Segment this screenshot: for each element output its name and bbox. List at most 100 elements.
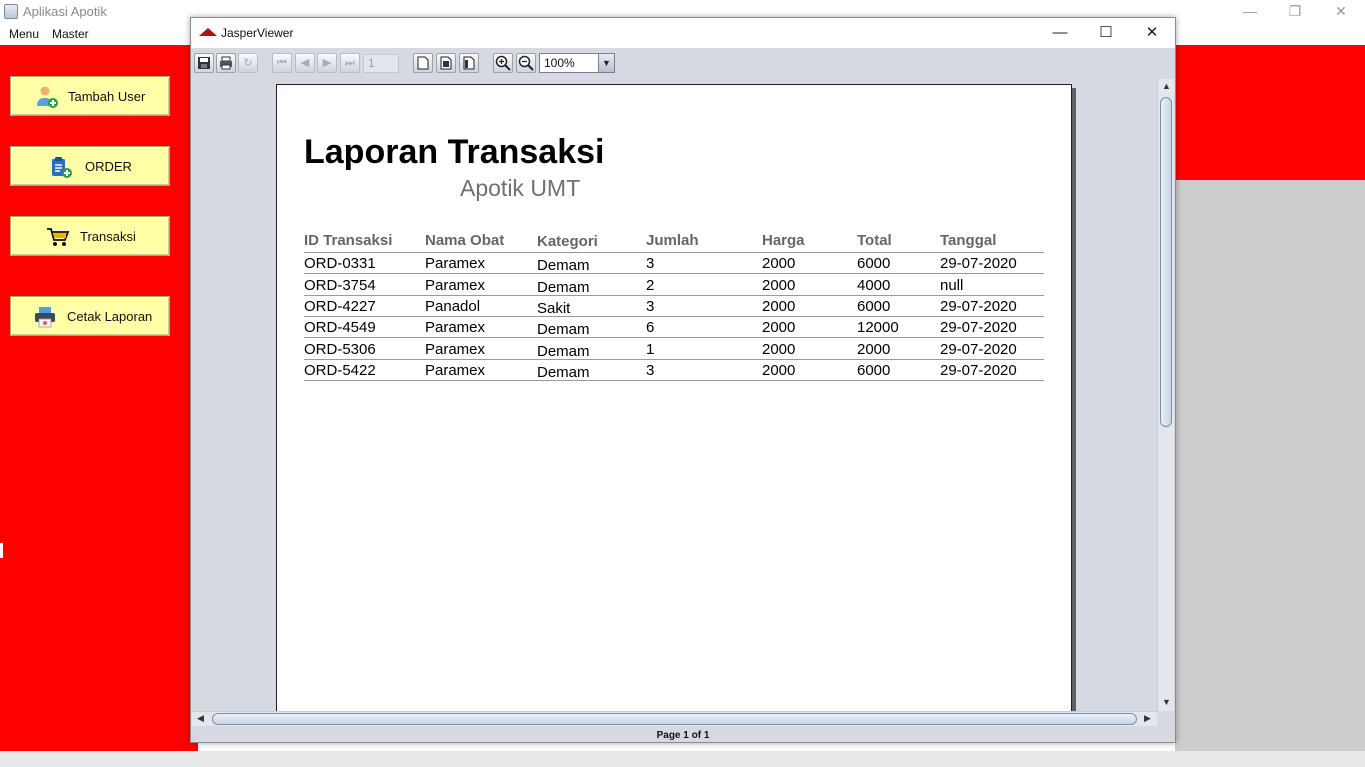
- order-label: ORDER: [85, 159, 132, 174]
- cell-jumlah: 2: [646, 277, 655, 294]
- viewer-toolbar: ↻ ⏮ ◀ ▶ ⏭ 1 100% ▼: [191, 48, 1175, 78]
- actual-size-icon[interactable]: [413, 53, 433, 73]
- cell-tanggal: 29-07-2020: [940, 341, 1017, 358]
- cell-nama-obat: Paramex: [425, 255, 486, 272]
- tambah-user-button[interactable]: Tambah User: [10, 76, 170, 116]
- save-icon[interactable]: [194, 53, 214, 73]
- cell-kategori: Demam: [537, 364, 590, 381]
- vertical-scroll-thumb[interactable]: [1160, 97, 1172, 427]
- edge-notch: [0, 543, 3, 558]
- next-page-icon[interactable]: ▶: [317, 53, 337, 73]
- java-app-icon: [4, 4, 18, 19]
- fit-page-icon[interactable]: [436, 53, 456, 73]
- column-header-kategori: Kategori: [537, 233, 598, 250]
- jasper-viewer-window: JasperViewer — ☐ ✕ ↻ ⏮ ◀ ▶ ⏭ 1 100% ▼ La…: [190, 17, 1176, 743]
- cell-jumlah: 1: [646, 341, 655, 358]
- report-title: Laporan Transaksi: [304, 133, 605, 171]
- first-page-icon[interactable]: ⏮: [272, 53, 292, 73]
- cell-tanggal: 29-07-2020: [940, 255, 1017, 272]
- status-strip: [0, 751, 1365, 767]
- table-row: ORD-4227 Panadol Sakit 3 2000 6000 29-07…: [304, 296, 1044, 317]
- fit-width-icon[interactable]: [459, 53, 479, 73]
- order-button[interactable]: ORDER: [10, 146, 170, 186]
- app-restore-button[interactable]: ❐: [1272, 0, 1318, 24]
- viewer-maximize-button[interactable]: ☐: [1083, 18, 1129, 48]
- column-header-tanggal: Tanggal: [940, 232, 997, 249]
- scroll-down-icon[interactable]: ▼: [1162, 697, 1171, 707]
- scroll-right-icon[interactable]: ▶: [1144, 713, 1151, 724]
- app-minimize-button[interactable]: —: [1227, 0, 1273, 24]
- cell-kategori: Sakit: [537, 300, 571, 317]
- cell-id: ORD-5306: [304, 341, 376, 358]
- cell-id: ORD-3754: [304, 277, 376, 294]
- background-red-panel: [1175, 45, 1365, 180]
- table-row: ORD-3754 Paramex Demam 2 2000 4000 null: [304, 275, 1044, 296]
- transaksi-button[interactable]: Transaksi: [10, 216, 170, 256]
- cell-nama-obat: Paramex: [425, 341, 486, 358]
- zoom-select[interactable]: 100% ▼: [539, 53, 615, 73]
- cell-tanggal: 29-07-2020: [940, 362, 1017, 379]
- cell-jumlah: 6: [646, 319, 655, 336]
- order-icon: [52, 157, 72, 178]
- jasper-logo-icon: [199, 28, 217, 36]
- zoom-in-icon[interactable]: [493, 53, 513, 73]
- cell-total: 6000: [857, 298, 891, 315]
- cell-harga: 2000: [762, 362, 796, 379]
- cell-total: 12000: [857, 319, 899, 336]
- column-header-jumlah: Jumlah: [646, 232, 699, 249]
- report-page: Laporan Transaksi Apotik UMT ID Transaks…: [276, 84, 1072, 711]
- cetak-laporan-label: Cetak Laporan: [67, 309, 153, 324]
- zoom-out-icon[interactable]: [516, 53, 536, 73]
- viewer-close-button[interactable]: ✕: [1129, 18, 1175, 48]
- cell-jumlah: 3: [646, 298, 655, 315]
- horizontal-scroll-thumb[interactable]: [212, 713, 1137, 725]
- cetak-laporan-button[interactable]: Cetak Laporan: [10, 296, 170, 336]
- column-header-harga: Harga: [762, 232, 805, 249]
- last-page-icon[interactable]: ⏭: [340, 53, 360, 73]
- reload-icon[interactable]: ↻: [238, 53, 258, 73]
- cell-harga: 2000: [762, 298, 796, 315]
- cell-jumlah: 3: [646, 362, 655, 379]
- app-close-button[interactable]: ✕: [1318, 0, 1364, 24]
- cell-tanggal: 29-07-2020: [940, 319, 1017, 336]
- zoom-value: 100%: [544, 56, 575, 70]
- vertical-scrollbar[interactable]: ▲ ▼: [1157, 79, 1174, 711]
- cell-kategori: Demam: [537, 321, 590, 338]
- menu-item-menu[interactable]: Menu: [9, 27, 39, 41]
- background-gray-panel: [1175, 180, 1365, 751]
- print-icon[interactable]: [216, 53, 236, 73]
- cell-harga: 2000: [762, 341, 796, 358]
- cell-total: 2000: [857, 341, 891, 358]
- add-user-icon: [37, 86, 58, 108]
- cell-nama-obat: Paramex: [425, 362, 486, 379]
- column-header-nama-obat: Nama Obat: [425, 232, 505, 249]
- column-header-id: ID Transaksi: [304, 232, 393, 249]
- cell-total: 6000: [857, 362, 891, 379]
- scroll-up-icon[interactable]: ▲: [1162, 81, 1171, 91]
- scroll-left-icon[interactable]: ◀: [197, 713, 204, 724]
- viewer-minimize-button[interactable]: —: [1037, 18, 1083, 48]
- printer-icon: [35, 307, 55, 328]
- cell-nama-obat: Panadol: [425, 298, 481, 315]
- chevron-down-icon[interactable]: ▼: [598, 54, 614, 72]
- cell-id: ORD-4549: [304, 319, 376, 336]
- menu-item-master[interactable]: Master: [52, 27, 89, 41]
- cell-nama-obat: Paramex: [425, 277, 486, 294]
- cell-harga: 2000: [762, 277, 796, 294]
- cell-id: ORD-5422: [304, 362, 376, 379]
- cell-nama-obat: Paramex: [425, 319, 486, 336]
- column-header-total: Total: [857, 232, 892, 249]
- previous-page-icon[interactable]: ◀: [295, 53, 315, 73]
- viewer-title: JasperViewer: [221, 26, 294, 40]
- table-row: ORD-5306 Paramex Demam 1 2000 2000 29-07…: [304, 339, 1044, 360]
- transaksi-label: Transaksi: [80, 229, 136, 244]
- cell-kategori: Demam: [537, 279, 590, 296]
- viewer-titlebar: JasperViewer — ☐ ✕: [191, 18, 1175, 48]
- cell-id: ORD-4227: [304, 298, 376, 315]
- horizontal-scrollbar[interactable]: ◀ ▶: [192, 711, 1157, 726]
- table-row: ORD-5422 Paramex Demam 3 2000 6000 29-07…: [304, 360, 1044, 381]
- table-row: ORD-4549 Paramex Demam 6 2000 12000 29-0…: [304, 317, 1044, 338]
- cell-total: 6000: [857, 255, 891, 272]
- cell-total: 4000: [857, 277, 891, 294]
- page-number-input[interactable]: 1: [363, 54, 399, 73]
